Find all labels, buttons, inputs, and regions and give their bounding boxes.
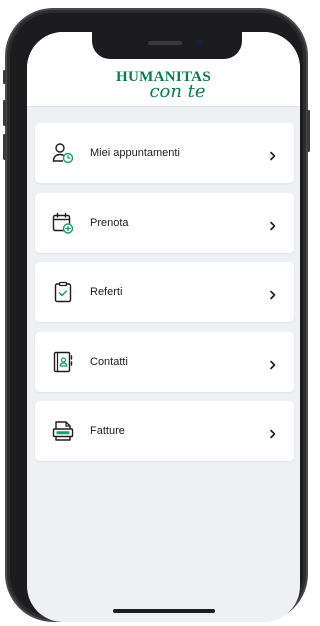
chevron-right-icon <box>268 287 278 300</box>
main-menu: Miei appuntamenti Prenota Referti Contat… <box>35 123 294 471</box>
menu-item-label: Contatti <box>90 355 128 368</box>
speaker-grille <box>148 41 182 45</box>
silent-switch <box>3 70 6 84</box>
menu-item-label: Miei appuntamenti <box>90 147 180 159</box>
menu-item-reports[interactable]: Referti <box>35 262 294 322</box>
user-clock-icon <box>52 142 74 164</box>
app-screen: HUMANITAS con te Miei appuntamenti Preno… <box>27 32 300 622</box>
chevron-right-icon <box>268 357 278 369</box>
menu-item-invoices[interactable]: Fatture <box>35 401 294 461</box>
home-indicator[interactable] <box>113 609 215 613</box>
phone-frame: HUMANITAS con te Miei appuntamenti Preno… <box>3 8 310 622</box>
menu-item-label: Prenota <box>90 216 129 229</box>
front-camera <box>196 39 203 46</box>
notch <box>92 32 242 59</box>
contact-book-icon <box>52 351 74 373</box>
volume-down-button <box>3 134 6 160</box>
volume-up-button <box>3 100 6 126</box>
chevron-right-icon <box>268 148 278 161</box>
menu-item-appointments[interactable]: Miei appuntamenti <box>35 123 294 183</box>
menu-item-label: Referti <box>90 286 123 298</box>
menu-item-label: Fatture <box>90 425 125 437</box>
power-button <box>307 110 310 152</box>
logo-wordmark-bottom: con te <box>149 81 206 102</box>
calendar-add-icon <box>52 212 74 234</box>
chevron-right-icon <box>268 426 278 439</box>
invoice-doc-icon <box>52 420 74 442</box>
clipboard-check-icon <box>52 281 74 303</box>
menu-item-book[interactable]: Prenota <box>35 192 294 253</box>
humanitas-logo: HUMANITAS con te <box>27 70 300 102</box>
chevron-right-icon <box>268 218 278 230</box>
menu-item-contacts[interactable]: Contatti <box>35 331 294 392</box>
